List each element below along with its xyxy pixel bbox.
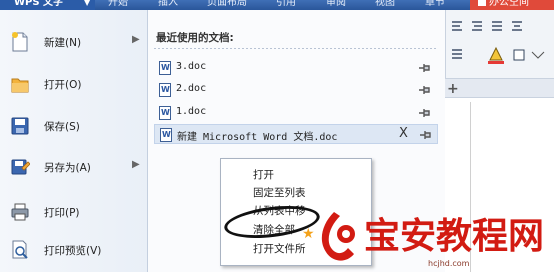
open-command[interactable]: 打开(O) (0, 66, 148, 102)
save-label: 保存(S) (44, 121, 80, 133)
title-bar: WPS 文字 ▼ 开始 插入 页面布局 引用 审阅 视图 章节 办公空间 (0, 0, 554, 10)
word-document-icon (160, 128, 172, 142)
app-menu-button[interactable]: WPS 文字 ▼ (0, 0, 95, 10)
tab-home[interactable]: 开始 (108, 0, 128, 8)
app-name: WPS 文字 (14, 0, 64, 8)
print-preview-command[interactable]: 打印预览(V) (0, 232, 148, 268)
open-folder-icon (11, 78, 29, 93)
submenu-arrow-icon: ▶ (132, 34, 140, 45)
watermark-logo-text: 宝安教程网 (364, 216, 544, 257)
save-command[interactable]: 保存(S) (0, 108, 148, 144)
context-open-item[interactable]: 打开 (253, 167, 274, 182)
document-tab-strip (445, 78, 554, 98)
context-pin-to-list-item[interactable]: 固定至列表 (253, 185, 306, 200)
pin-icon[interactable] (418, 84, 432, 96)
tab-page-layout[interactable]: 页面布局 (207, 0, 247, 8)
pin-icon[interactable] (418, 107, 432, 119)
tab-view[interactable]: 视图 (375, 0, 395, 8)
recent-document-row[interactable]: 3.doc (154, 58, 438, 78)
print-command[interactable]: 打印(P) (0, 194, 148, 230)
save-as-icon (11, 159, 30, 175)
divider (154, 48, 438, 49)
office-space-icon (478, 0, 486, 6)
save-as-command[interactable]: 另存为(A) ▶ (0, 149, 148, 185)
printer-icon (11, 203, 29, 221)
recent-document-row-selected[interactable]: 新建 Microsoft Word 文档.doc X (154, 124, 438, 144)
office-space-button[interactable]: 办公空间 (470, 0, 554, 10)
tab-chapter[interactable]: 章节 (425, 0, 445, 8)
tab-insert[interactable]: 插入 (158, 0, 178, 8)
tab-references[interactable]: 引用 (276, 0, 296, 8)
print-label: 打印(P) (44, 207, 80, 219)
new-command[interactable]: 新建(N) ▶ (0, 24, 148, 60)
tab-review[interactable]: 审阅 (326, 0, 346, 8)
word-document-icon (159, 61, 171, 75)
remove-from-list-icon[interactable]: X (399, 126, 408, 141)
pin-icon[interactable] (418, 62, 432, 74)
pin-icon[interactable] (419, 129, 433, 141)
print-preview-label: 打印预览(V) (44, 245, 102, 257)
word-document-icon (159, 106, 171, 120)
chevron-down-icon: ▼ (84, 0, 91, 7)
new-document-icon (12, 32, 28, 52)
submenu-arrow-icon: ▶ (132, 159, 140, 170)
office-space-label: 办公空间 (489, 0, 529, 8)
document-name: 新建 Microsoft Word 文档.doc (177, 132, 338, 143)
print-preview-icon (12, 240, 28, 259)
context-open-file-location-item[interactable]: 打开文件所 (253, 241, 306, 256)
file-menu-commands: 新建(N) ▶ 打开(O) 保存(S) 另存为(A) ▶ 打印(P) 打印预览(… (0, 10, 148, 272)
new-label: 新建(N) (44, 37, 82, 49)
recent-document-row[interactable]: 1.doc (154, 103, 438, 123)
open-label: 打开(O) (44, 79, 82, 91)
recent-documents-heading: 最近使用的文档: (156, 32, 234, 44)
save-as-label: 另存为(A) (44, 162, 91, 174)
word-document-icon (159, 83, 171, 97)
document-name: 2.doc (176, 83, 207, 94)
paragraph-tools-icons (452, 21, 545, 64)
new-tab-plus-icon[interactable]: + (447, 81, 459, 97)
document-name: 3.doc (176, 61, 207, 72)
recent-document-row[interactable]: 2.doc (154, 80, 438, 100)
watermark-url: hcjhd.com (428, 259, 470, 268)
save-disk-icon (11, 117, 29, 135)
document-name: 1.doc (176, 106, 207, 117)
